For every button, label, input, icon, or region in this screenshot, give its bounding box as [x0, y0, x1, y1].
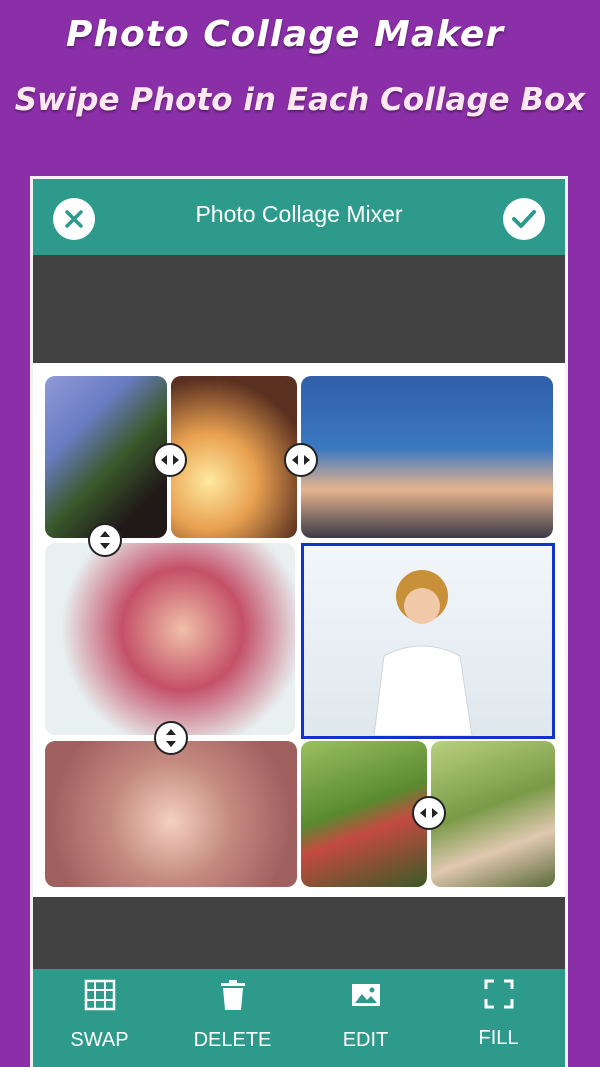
collage-cell-4[interactable] — [45, 543, 295, 735]
fill-button[interactable]: FILL — [432, 969, 565, 1067]
resize-handle-horizontal[interactable] — [284, 443, 318, 477]
swap-grid-icon — [84, 979, 115, 1011]
app-bar: Photo Collage Mixer — [33, 179, 565, 255]
collage-cell-8[interactable] — [431, 741, 555, 887]
ad-banner-top — [33, 255, 565, 363]
edit-label: EDIT — [342, 1029, 389, 1051]
arrows-vertical-icon — [166, 729, 176, 747]
promo-subtitle: Swipe Photo in Each Collage Box — [14, 82, 586, 118]
image-icon — [351, 984, 380, 1006]
app-title: Photo Collage Mixer — [195, 201, 403, 227]
fill-label: FILL — [478, 1027, 519, 1049]
collage-cell-3[interactable] — [301, 376, 553, 538]
check-icon — [512, 210, 536, 228]
resize-handle-horizontal[interactable] — [412, 796, 446, 830]
collage-grid — [33, 363, 565, 897]
collage-cell-6[interactable] — [45, 741, 297, 887]
collage-cell-1[interactable] — [45, 376, 167, 538]
confirm-button[interactable] — [503, 198, 545, 240]
bottom-toolbar: SWAP DELETE EDIT FILL — [33, 969, 565, 1067]
resize-handle-vertical[interactable] — [88, 523, 122, 557]
collage-cell-7[interactable] — [301, 741, 427, 887]
promo-title: Photo Collage Maker — [65, 14, 504, 55]
resize-handle-vertical[interactable] — [154, 721, 188, 755]
photo-figure — [373, 570, 473, 736]
swap-label: SWAP — [70, 1029, 129, 1051]
resize-handle-horizontal[interactable] — [153, 443, 187, 477]
swap-button[interactable]: SWAP — [33, 969, 166, 1067]
arrows-horizontal-icon — [161, 455, 179, 465]
collage-cell-5-selected[interactable] — [301, 543, 555, 739]
arrows-horizontal-icon — [292, 455, 310, 465]
arrows-horizontal-icon — [420, 808, 438, 818]
edit-button[interactable]: EDIT — [299, 969, 432, 1067]
delete-label: DELETE — [193, 1029, 272, 1051]
collage-cell-2[interactable] — [171, 376, 297, 538]
fullscreen-icon — [484, 979, 513, 1009]
app-screen: Photo Collage Mixer SWAP DELETE EDIT FIL… — [30, 176, 568, 1067]
trash-icon — [220, 980, 245, 1010]
arrows-vertical-icon — [100, 531, 110, 549]
ad-banner-bottom — [33, 897, 565, 969]
delete-button[interactable]: DELETE — [166, 969, 299, 1067]
